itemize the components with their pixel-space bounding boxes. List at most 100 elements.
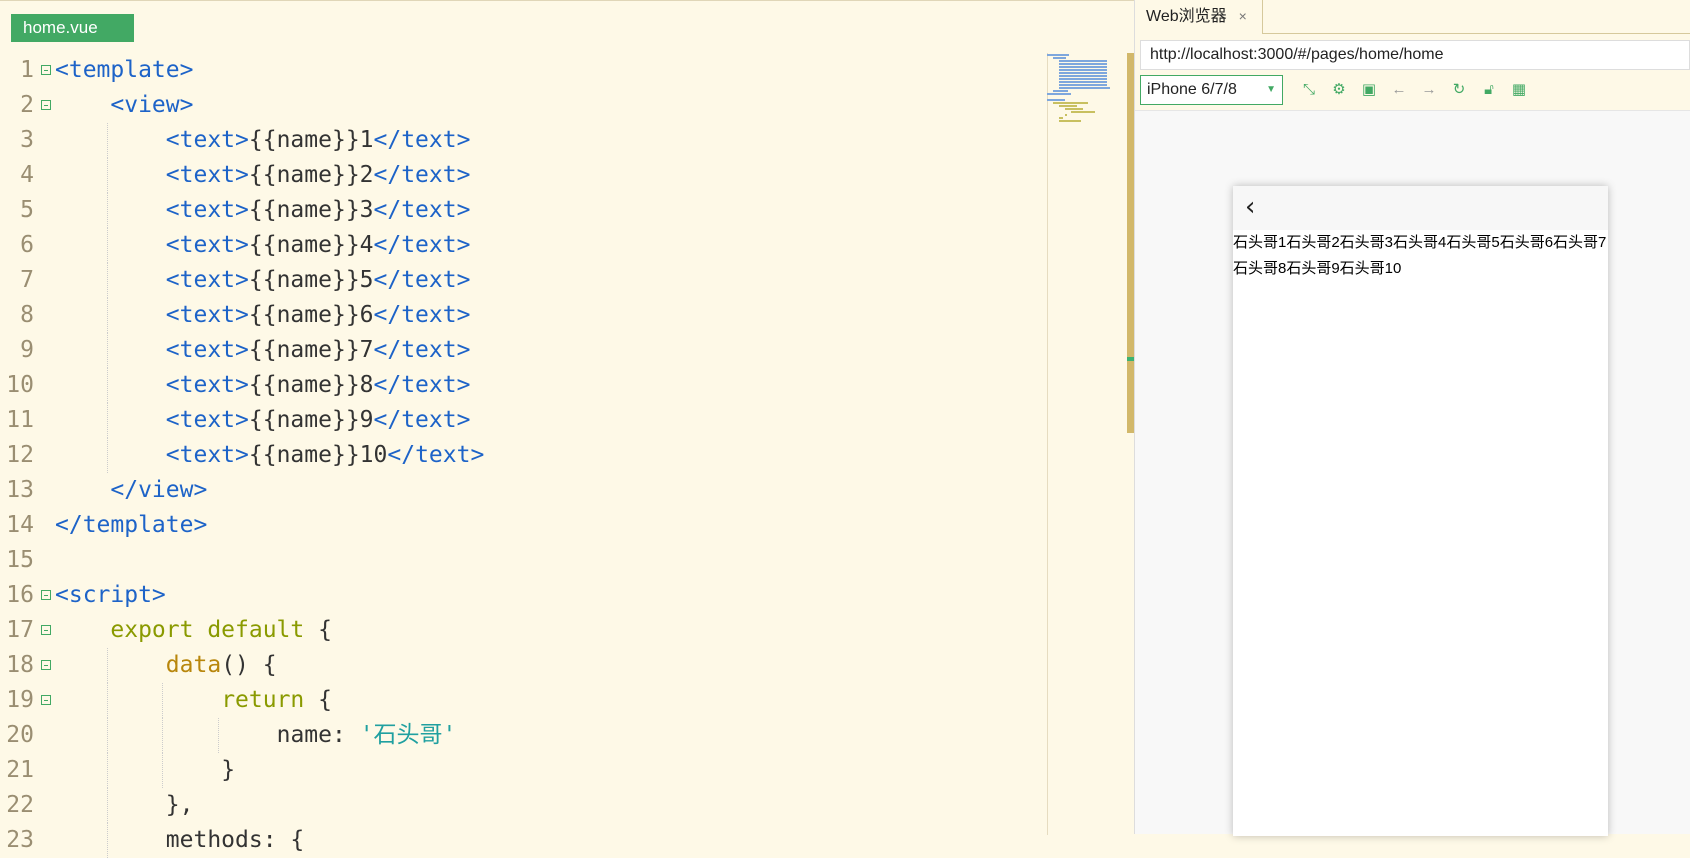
code-token: name: xyxy=(276,722,360,748)
line-number: 15 xyxy=(6,547,34,573)
code-line[interactable]: 18 data() { xyxy=(0,648,1040,683)
indent-guide xyxy=(107,648,108,683)
fold-toggle-icon[interactable] xyxy=(41,660,51,670)
minimap-line xyxy=(1059,117,1064,119)
tab-label: Web浏览器 xyxy=(1146,8,1227,25)
minimap[interactable] xyxy=(1047,53,1127,153)
minimap-line xyxy=(1053,90,1069,92)
code-token: </view> xyxy=(110,477,208,503)
minimap-line xyxy=(1053,102,1089,104)
indent-guide xyxy=(107,788,108,823)
forward-arrow-icon[interactable]: → xyxy=(1418,78,1440,102)
url-input[interactable]: http://localhost:3000/#/pages/home/home xyxy=(1140,40,1690,70)
code-token: </text> xyxy=(373,127,471,153)
code-token: <text> xyxy=(165,127,249,153)
code-token: }, xyxy=(165,792,194,818)
device-select[interactable]: iPhone 6/7/8 ▼ xyxy=(1140,75,1283,105)
minimap-line xyxy=(1059,60,1108,62)
code-line[interactable]: 6 <text>{{name}}4</text> xyxy=(0,228,1040,263)
code-line[interactable]: 3 <text>{{name}}1</text> xyxy=(0,123,1040,158)
code-token: <template> xyxy=(55,57,194,83)
nav-bar: ‹ xyxy=(1233,186,1608,230)
code-token: <text> xyxy=(165,372,249,398)
code-line[interactable]: 7 <text>{{name}}5</text> xyxy=(0,263,1040,298)
code-area[interactable]: 1 <template> 2 <view> 3 <text>{{name}}1</text… xyxy=(0,53,1040,858)
line-number: 21 xyxy=(6,757,34,783)
qrcode-icon[interactable]: ▦ xyxy=(1508,78,1530,102)
line-number: 18 xyxy=(6,652,34,678)
indent-guide xyxy=(107,193,108,228)
fold-toggle-icon[interactable] xyxy=(41,695,51,705)
code-token: () { xyxy=(221,652,277,678)
file-tab[interactable]: home.vue xyxy=(11,14,134,42)
line-number: 16 xyxy=(6,582,34,608)
code-token: { xyxy=(304,617,332,643)
settings-icon[interactable]: ⚙ xyxy=(1328,78,1350,102)
unlock-icon[interactable]: 🔓︎ xyxy=(1478,78,1500,102)
code-line[interactable]: 21} xyxy=(0,753,1040,788)
fold-toggle-icon[interactable] xyxy=(41,625,51,635)
code-line[interactable]: 11 <text>{{name}}9</text> xyxy=(0,403,1040,438)
phone-frame: ‹ 石头哥1石头哥2石头哥3石头哥4石头哥5石头哥6石头哥7石头哥8石头哥9石头… xyxy=(1233,186,1608,836)
code-token: {{name}}10 xyxy=(248,442,388,468)
code-token: methods: { xyxy=(165,827,305,853)
code-line[interactable]: 17 export default { xyxy=(0,613,1040,648)
code-token: <text> xyxy=(165,232,249,258)
code-token: <text> xyxy=(165,442,249,468)
indent-guide xyxy=(162,718,164,753)
minimap-line xyxy=(1053,57,1067,59)
chevron-down-icon: ▼ xyxy=(1266,84,1276,95)
code-line[interactable]: 22}, xyxy=(0,788,1040,823)
minimap-line xyxy=(1059,84,1108,86)
code-line[interactable]: 12 <text>{{name}}10</text> xyxy=(0,438,1040,473)
minimap-line xyxy=(1047,99,1065,101)
minimap-line xyxy=(1071,111,1096,113)
rotate-icon[interactable]: ⤡ xyxy=(1298,78,1320,102)
code-line[interactable]: 10 <text>{{name}}8</text> xyxy=(0,368,1040,403)
fold-toggle-icon[interactable] xyxy=(41,65,51,75)
fold-toggle-icon[interactable] xyxy=(41,100,51,110)
indent-guide xyxy=(107,438,108,473)
back-arrow-icon[interactable]: ← xyxy=(1388,78,1410,102)
tab-web-browser[interactable]: Web浏览器 × xyxy=(1135,0,1263,34)
console-icon[interactable]: ▣ xyxy=(1358,78,1380,102)
minimap-line xyxy=(1059,81,1108,83)
code-line[interactable]: 1 <template> xyxy=(0,53,1040,88)
minimap-line xyxy=(1059,105,1077,107)
refresh-icon[interactable]: ↻ xyxy=(1448,78,1470,102)
back-icon[interactable]: ‹ xyxy=(1245,192,1255,222)
device-value: iPhone 6/7/8 xyxy=(1147,81,1237,98)
code-line[interactable]: 14 </template> xyxy=(0,508,1040,543)
line-number: 22 xyxy=(6,792,34,818)
code-token: <view> xyxy=(110,92,194,118)
indent-guide xyxy=(217,718,219,753)
code-token: <text> xyxy=(165,267,249,293)
minimap-line xyxy=(1059,72,1108,74)
page-text: 石头哥1石头哥2石头哥3石头哥4石头哥5石头哥6石头哥7石头哥8石头哥9石头哥1… xyxy=(1233,234,1607,277)
fold-toggle-icon[interactable] xyxy=(41,590,51,600)
indent-guide xyxy=(107,298,108,333)
line-number: 2 xyxy=(20,92,34,118)
line-number: 17 xyxy=(6,617,34,643)
code-line[interactable]: 16 <script> xyxy=(0,578,1040,613)
line-number: 8 xyxy=(20,302,34,328)
indent-guide xyxy=(107,823,108,858)
code-line[interactable]: 5 <text>{{name}}3</text> xyxy=(0,193,1040,228)
code-token: {{name}}8 xyxy=(248,372,374,398)
code-line[interactable]: 9 <text>{{name}}7</text> xyxy=(0,333,1040,368)
code-token: </text> xyxy=(373,302,471,328)
code-line[interactable]: 19 return { xyxy=(0,683,1040,718)
indent-guide xyxy=(107,718,108,753)
code-line[interactable]: 4 <text>{{name}}2</text> xyxy=(0,158,1040,193)
code-line[interactable]: 15 xyxy=(0,543,1040,578)
code-line[interactable]: 2 <view> xyxy=(0,88,1040,123)
code-token: </text> xyxy=(373,232,471,258)
code-line[interactable]: 13 </view> xyxy=(0,473,1040,508)
code-line[interactable]: 20 name: '石头哥' xyxy=(0,718,1040,753)
minimap-line xyxy=(1059,63,1108,65)
code-editor[interactable]: home.vue 1 <template> 2 <view> 3 <text>{{name… xyxy=(0,0,1135,858)
code-line[interactable]: 23 methods: { xyxy=(0,823,1040,858)
indent-guide xyxy=(107,263,108,298)
close-icon[interactable]: × xyxy=(1239,8,1247,24)
code-line[interactable]: 8 <text>{{name}}6</text> xyxy=(0,298,1040,333)
